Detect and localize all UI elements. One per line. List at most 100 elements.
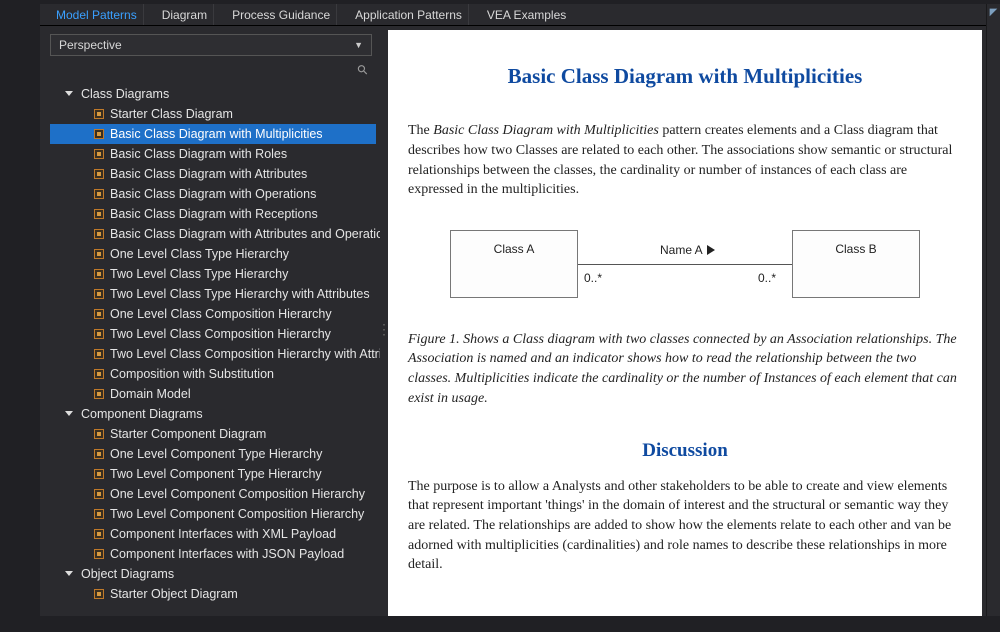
direction-arrow-icon bbox=[707, 245, 715, 255]
caret-icon bbox=[65, 571, 73, 576]
perspective-combo-label: Perspective bbox=[59, 38, 122, 52]
pattern-icon bbox=[94, 129, 104, 139]
pattern-icon bbox=[94, 469, 104, 479]
tab-diagram[interactable]: Diagram bbox=[156, 4, 214, 25]
tree-item[interactable]: Basic Class Diagram with Attributes bbox=[50, 164, 376, 184]
tree-item[interactable]: Two Level Class Composition Hierarchy wi… bbox=[50, 344, 376, 364]
caret-icon bbox=[65, 91, 73, 96]
pattern-icon bbox=[94, 429, 104, 439]
tree-group-label: Object Diagrams bbox=[81, 564, 174, 584]
classA-box: Class A bbox=[450, 230, 578, 298]
tree-item[interactable]: Two Level Class Type Hierarchy bbox=[50, 264, 376, 284]
tree-item[interactable]: Basic Class Diagram with Receptions bbox=[50, 204, 376, 224]
discussion-paragraph: The purpose is to allow a Analysts and o… bbox=[408, 477, 962, 575]
tree-item[interactable]: Two Level Class Composition Hierarchy bbox=[50, 324, 376, 344]
tree-item-label: Basic Class Diagram with Attributes and … bbox=[110, 224, 380, 244]
tree-item[interactable]: One Level Component Composition Hierarch… bbox=[50, 484, 376, 504]
tree-group-label: Class Diagrams bbox=[81, 84, 169, 104]
tree-item[interactable]: Basic Class Diagram with Attributes and … bbox=[50, 224, 376, 244]
figure-caption: Figure 1. Shows a Class diagram with two… bbox=[408, 330, 962, 408]
tree-item-label: Basic Class Diagram with Receptions bbox=[110, 204, 318, 224]
pattern-icon bbox=[94, 149, 104, 159]
pattern-icon bbox=[94, 369, 104, 379]
doc-scroll[interactable]: Basic Class Diagram with Multiplicities … bbox=[388, 30, 982, 628]
tree-item[interactable]: One Level Class Type Hierarchy bbox=[50, 244, 376, 264]
tab-bar: Model Patterns Diagram Process Guidance App… bbox=[40, 4, 1000, 26]
tree-item-label: Starter Object Diagram bbox=[110, 584, 238, 604]
bottom-strip bbox=[40, 616, 1000, 632]
multiplicity-B: 0..* bbox=[758, 270, 776, 287]
tab-vea-examples[interactable]: VEA Examples bbox=[481, 4, 572, 25]
tree-group-component-diagrams[interactable]: Component Diagrams bbox=[50, 404, 376, 424]
pattern-icon bbox=[94, 329, 104, 339]
tree-group-class-diagrams[interactable]: Class Diagrams bbox=[50, 84, 376, 104]
pattern-icon bbox=[94, 249, 104, 259]
discussion-heading: Discussion bbox=[408, 438, 962, 465]
tree-item-label: Two Level Class Type Hierarchy with Attr… bbox=[110, 284, 370, 304]
tree-item[interactable]: Basic Class Diagram with Multiplicities bbox=[50, 124, 376, 144]
pattern-tree-panel: Perspective ▼ ⚲ Class DiagramsStarter Cl… bbox=[40, 26, 380, 632]
tree-item-label: Basic Class Diagram with Operations bbox=[110, 184, 316, 204]
pattern-icon bbox=[94, 269, 104, 279]
tree-item-label: Starter Component Diagram bbox=[110, 424, 266, 444]
tree-group-object-diagrams[interactable]: Object Diagrams bbox=[50, 564, 376, 584]
tree-item-label: Component Interfaces with XML Payload bbox=[110, 524, 336, 544]
pattern-icon bbox=[94, 449, 104, 459]
tab-model-patterns[interactable]: Model Patterns bbox=[50, 4, 144, 25]
association-line bbox=[578, 264, 792, 265]
tree-group-label: Component Diagrams bbox=[81, 404, 203, 424]
pattern-icon bbox=[94, 349, 104, 359]
tree-item[interactable]: Starter Component Diagram bbox=[50, 424, 376, 444]
tree-item-label: Two Level Component Type Hierarchy bbox=[110, 464, 322, 484]
tree-item[interactable]: Basic Class Diagram with Operations bbox=[50, 184, 376, 204]
splitter[interactable] bbox=[380, 26, 388, 632]
tree-item[interactable]: Basic Class Diagram with Roles bbox=[50, 144, 376, 164]
chevron-down-icon: ▼ bbox=[354, 40, 363, 50]
tree-item[interactable]: Two Level Class Type Hierarchy with Attr… bbox=[50, 284, 376, 304]
pattern-icon bbox=[94, 189, 104, 199]
pattern-icon bbox=[94, 169, 104, 179]
tree-item[interactable]: Two Level Component Type Hierarchy bbox=[50, 464, 376, 484]
class-diagram-figure: Class A Class B 0..* 0..* Name A bbox=[450, 230, 920, 320]
tab-application-patterns[interactable]: Application Patterns bbox=[349, 4, 469, 25]
tree-item-label: One Level Component Type Hierarchy bbox=[110, 444, 322, 464]
tree-item[interactable]: Starter Class Diagram bbox=[50, 104, 376, 124]
tree-item[interactable]: Two Level Component Composition Hierarch… bbox=[50, 504, 376, 524]
tree-item[interactable]: One Level Class Composition Hierarchy bbox=[50, 304, 376, 324]
tree-item-label: Two Level Class Composition Hierarchy wi… bbox=[110, 344, 380, 364]
pattern-icon bbox=[94, 529, 104, 539]
tree-item-label: Basic Class Diagram with Roles bbox=[110, 144, 287, 164]
tree-item[interactable]: Starter Object Diagram bbox=[50, 584, 376, 604]
search-icon[interactable]: ⚲ bbox=[354, 61, 372, 79]
pattern-icon bbox=[94, 109, 104, 119]
pattern-tree[interactable]: Class DiagramsStarter Class DiagramBasic… bbox=[50, 84, 380, 632]
pattern-icon bbox=[94, 209, 104, 219]
pattern-icon bbox=[94, 389, 104, 399]
tree-item[interactable]: Domain Model bbox=[50, 384, 376, 404]
caret-icon bbox=[65, 411, 73, 416]
tree-item-label: Two Level Class Type Hierarchy bbox=[110, 264, 288, 284]
tree-item[interactable]: Composition with Substitution bbox=[50, 364, 376, 384]
tree-item-label: One Level Component Composition Hierarch… bbox=[110, 484, 365, 504]
tree-item[interactable]: Component Interfaces with JSON Payload bbox=[50, 544, 376, 564]
right-gutter: ◤ bbox=[986, 4, 1000, 632]
pattern-icon bbox=[94, 229, 104, 239]
tree-item-label: Basic Class Diagram with Attributes bbox=[110, 164, 307, 184]
tree-item[interactable]: One Level Component Type Hierarchy bbox=[50, 444, 376, 464]
pattern-icon bbox=[94, 509, 104, 519]
doc-title: Basic Class Diagram with Multiplicities bbox=[408, 62, 962, 91]
tree-item-label: One Level Class Type Hierarchy bbox=[110, 244, 289, 264]
pattern-icon bbox=[94, 589, 104, 599]
association-name: Name A bbox=[660, 242, 715, 259]
tree-item[interactable]: Component Interfaces with XML Payload bbox=[50, 524, 376, 544]
classB-box: Class B bbox=[792, 230, 920, 298]
tree-item-label: Domain Model bbox=[110, 384, 191, 404]
perspective-combo[interactable]: Perspective ▼ bbox=[50, 34, 372, 56]
doc-panel: Basic Class Diagram with Multiplicities … bbox=[388, 26, 986, 632]
multiplicity-A: 0..* bbox=[584, 270, 602, 287]
tree-item-label: Starter Class Diagram bbox=[110, 104, 233, 124]
tab-process-guidance[interactable]: Process Guidance bbox=[226, 4, 337, 25]
autohide-tab-icon[interactable]: ◤ bbox=[989, 8, 999, 18]
tree-item-label: Two Level Class Composition Hierarchy bbox=[110, 324, 331, 344]
pattern-icon bbox=[94, 549, 104, 559]
